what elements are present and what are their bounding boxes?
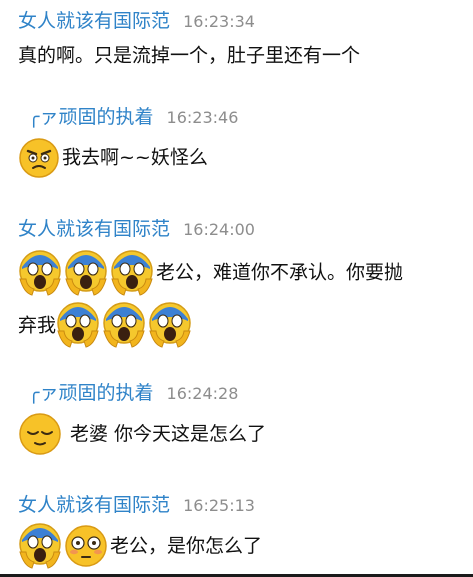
scream-face-icon <box>19 249 61 296</box>
scream-face-icon <box>65 249 107 296</box>
scream-face-icon <box>111 249 153 296</box>
message-text: 我去啊~~妖怪么 <box>18 136 465 179</box>
message-text-line: 真的啊。只是流掉一个，肚子里还有一个 <box>18 44 361 67</box>
message-header: ╭ァ顽固的执着 16:24:28 <box>28 378 238 412</box>
message-header: 女人就该有国际范 16:25:13 <box>18 490 255 524</box>
message-text: 老婆 你今天这是怎么了 <box>18 412 465 456</box>
message-text-line: 老公，是你怎么了 <box>110 535 263 557</box>
timestamp: 16:24:28 <box>166 384 239 403</box>
scream-face-icon <box>149 302 191 348</box>
chat-message: 女人就该有国际范 16:24:00 老公，难道你不承认。你要抛 弃我 <box>0 208 473 358</box>
message-text-line: 老婆 你今天这是怎么了 <box>70 423 267 445</box>
chat-message: 女人就该有国际范 16:23:34 真的啊。只是流掉一个，肚子里还有一个 <box>0 0 473 72</box>
chat-message: 女人就该有国际范 16:25:13 老公，是你怎么了 <box>0 486 473 574</box>
message-header: 女人就该有国际范 16:24:00 <box>18 214 255 248</box>
sender-name[interactable]: ╭ァ顽固的执着 <box>28 382 153 404</box>
relieved-face-icon <box>19 413 61 455</box>
scream-face-icon <box>57 302 99 348</box>
angry-face-icon <box>19 137 59 178</box>
message-text-line: 弃我 <box>18 314 57 336</box>
message-header: ╭ァ顽固的执着 16:23:46 <box>28 102 238 136</box>
chat-message: ╭ァ顽固的执着 16:23:46 我去啊~~妖怪么 <box>0 96 473 191</box>
message-text-line: 我去啊~~妖怪么 <box>62 146 208 169</box>
sender-name[interactable]: ╭ァ顽固的执着 <box>28 106 153 128</box>
chat-message: ╭ァ顽固的执着 16:24:28 老婆 你今天这是怎么了 <box>0 374 473 469</box>
sender-name[interactable]: 女人就该有国际范 <box>18 218 170 240</box>
message-text-line: 老公，难道你不承认。你要抛 <box>156 261 404 284</box>
timestamp: 16:23:46 <box>166 108 239 127</box>
flushed-face-icon <box>65 525 107 567</box>
timestamp: 16:25:13 <box>183 496 255 515</box>
message-text: 真的啊。只是流掉一个，肚子里还有一个 <box>18 34 465 77</box>
sender-name[interactable]: 女人就该有国际范 <box>18 494 170 516</box>
message-text: 老公，难道你不承认。你要抛 弃我 <box>18 246 465 351</box>
timestamp: 16:23:34 <box>183 12 255 31</box>
message-text: 老公，是你怎么了 <box>18 522 465 570</box>
scream-face-icon <box>103 302 145 348</box>
timestamp: 16:24:00 <box>183 220 255 239</box>
sender-name[interactable]: 女人就该有国际范 <box>18 10 170 32</box>
scream-face-icon <box>19 523 61 569</box>
